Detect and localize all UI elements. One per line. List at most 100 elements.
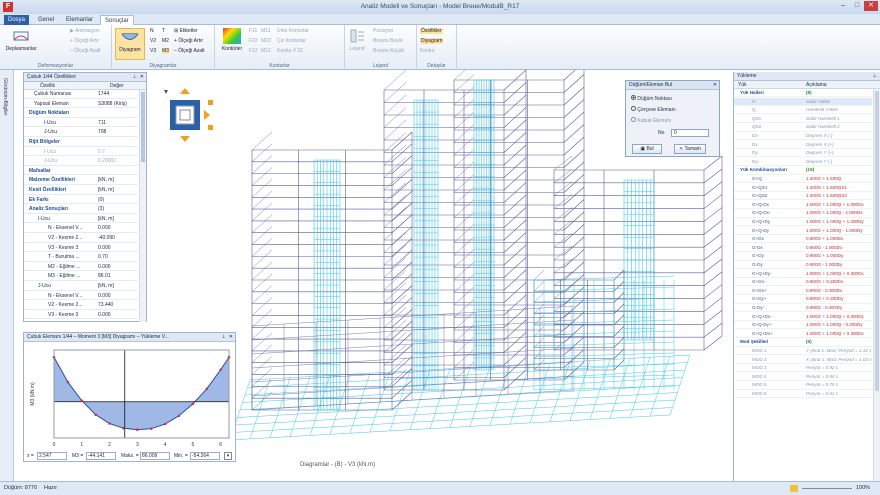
load-row[interactable]: G+QS2 1.400G + 1.600QS2: [734, 192, 872, 201]
tab-file[interactable]: Dosya: [4, 15, 30, 25]
load-row[interactable]: G+Q-Dx 1.000G + 1.000Q + 1.000Dx: [734, 201, 872, 209]
diag-v2-button[interactable]: V2: [150, 38, 156, 44]
m22-button[interactable]: M22: [261, 38, 271, 44]
legend-grow-button[interactable]: Boyutu Büyüt: [373, 38, 403, 44]
animate-button[interactable]: ▶ Animasyon: [70, 28, 100, 34]
contour-toggle[interactable]: Kontur: [420, 48, 435, 54]
load-row[interactable]: G-Dx 0.900G - 1.000Dx: [734, 244, 872, 252]
diagram-button[interactable]: Diyagram: [115, 28, 145, 60]
radio-shell[interactable]: Kabuk Elemanı: [631, 117, 671, 124]
property-row[interactable]: Düğüm Noktaları: [24, 109, 138, 118]
diag-n-button[interactable]: N: [150, 28, 154, 34]
graph-options-icon[interactable]: ▾: [224, 452, 232, 460]
panel-close-icon[interactable]: ✕: [229, 333, 233, 342]
scroll-thumb[interactable]: [141, 92, 145, 162]
diag-m3-button[interactable]: M3: [162, 48, 169, 54]
property-row[interactable]: Rijit Bölgeler: [24, 138, 138, 147]
property-row[interactable]: M3 - Eğilme ... 86.01: [24, 272, 138, 281]
m11-button[interactable]: M11: [261, 28, 270, 34]
diag-scale-down-button[interactable]: – Ölçeği Azalt: [174, 48, 205, 54]
load-row[interactable]: G+Q+Dy 1.000G + 1.000Q + 1.000Dy: [734, 218, 872, 227]
load-row[interactable]: Dx- Deprem X (-): [734, 132, 872, 141]
load-row[interactable]: QS1 Sabit Hareketli 1: [734, 115, 872, 123]
zoom-slider[interactable]: [802, 488, 852, 489]
f12-button[interactable]: F12: [249, 48, 258, 54]
ok-button[interactable]: ✕ Tamam: [674, 144, 706, 154]
load-row[interactable]: G+Q-Dx- 1.000G + 1.000Q - 1.000Dx: [734, 209, 872, 218]
property-row[interactable]: M2 - Eğilme ... 0.000: [24, 263, 138, 272]
property-row[interactable]: J-Ucu 708: [24, 128, 138, 137]
property-row[interactable]: Analiz Sonuçları (3): [24, 205, 138, 214]
property-row[interactable]: V2 - Kesme 2... 73.440: [24, 301, 138, 310]
property-row[interactable]: V2 - Kesme 2... -40.090: [24, 234, 138, 243]
tab-general[interactable]: Genel: [34, 15, 58, 25]
contours-button[interactable]: Kontürler: [218, 28, 246, 52]
load-group-row[interactable]: Yük Kombinasyonları (19): [734, 166, 872, 175]
tab-results[interactable]: Sonuçlar: [100, 15, 134, 25]
loads-scroll-thumb[interactable]: [875, 91, 879, 391]
dialog-close-icon[interactable]: ✕: [713, 81, 717, 90]
property-row[interactable]: J-Ucu [kN, m]: [24, 282, 138, 291]
property-row[interactable]: Mafsallar: [24, 167, 138, 176]
minimize-icon[interactable]: –: [836, 1, 850, 11]
property-row[interactable]: J-Ucu 0.20002: [24, 157, 138, 166]
pin-icon[interactable]: ⊥: [222, 333, 226, 342]
f11-button[interactable]: F11: [249, 28, 257, 34]
f22-button[interactable]: F22: [249, 38, 258, 44]
load-row[interactable]: G+Dx 0.900G + 1.000Dx: [734, 235, 872, 244]
property-row[interactable]: N - Eksenel V... 0.000: [24, 292, 138, 301]
scale-up-button[interactable]: + Ölçeği Artır: [70, 38, 99, 44]
load-row[interactable]: QS2 Sabit Hareketli 2: [734, 123, 872, 132]
load-row[interactable]: G+Dx+ 0.900G - 0.300Dx: [734, 287, 872, 295]
legend-button[interactable]: Lejand: [347, 28, 367, 52]
close-icon[interactable]: ✕: [864, 1, 878, 11]
loads-scrollbar[interactable]: [873, 89, 880, 481]
load-row[interactable]: Dy- Deprem Y (-): [734, 158, 872, 166]
legend-position-button[interactable]: Pozisyon: [373, 28, 393, 34]
properties-toggle[interactable]: Özellikler: [420, 28, 443, 34]
load-row[interactable]: G+Q+Dx+ 1.000G + 1.000Q + 0.300Dx: [734, 330, 872, 338]
load-row[interactable]: G+Q 1.400G + 1.600Q: [734, 175, 872, 184]
property-row[interactable]: I-Ucu 0.7: [24, 148, 138, 157]
load-row[interactable]: MOD 1 Y yönü 1. Mod, Periyod = 1.12 s: [734, 347, 872, 356]
displacements-button[interactable]: Deplasmanlar: [3, 28, 39, 52]
load-row[interactable]: G+QS1 1.400G + 1.600QS1: [734, 184, 872, 192]
moment-chart[interactable]: 0 1 2 3 4 5 6 M3 (kN.m): [24, 342, 235, 450]
load-row[interactable]: G-Dy- 0.900G - 0.300Dy: [734, 304, 872, 313]
diag-scale-up-button[interactable]: + Ölçeği Artır: [174, 38, 203, 44]
pin-icon[interactable]: ⊥: [873, 72, 877, 81]
diag-t-button[interactable]: T: [162, 28, 165, 34]
load-row[interactable]: G Sabit Yükler: [734, 97, 872, 106]
property-row[interactable]: Kesit Özellikleri [kN, m]: [24, 186, 138, 195]
load-row[interactable]: MOD 2 X yönü 1. Mod, Periyod = 1.03 s: [734, 356, 872, 364]
scale-down-button[interactable]: – Ölçeği Azalt: [70, 48, 101, 54]
property-row[interactable]: Ek Farkı (0): [24, 196, 138, 205]
load-row[interactable]: Q Hareketli Yükler: [734, 106, 872, 115]
property-row[interactable]: Çubuk Numarası 1744: [24, 90, 138, 99]
load-row[interactable]: G+Q-Dy 1.000G + 1.000Q - 1.000Dy: [734, 227, 872, 235]
panel-close-icon[interactable]: ✕: [140, 73, 144, 82]
load-row[interactable]: MOD 4 Periyot = 0.84 s: [734, 373, 872, 381]
property-row[interactable]: I-Ucu [kN, m]: [24, 215, 138, 224]
load-group-row[interactable]: Yük Halleri (8): [734, 89, 872, 98]
stress-contours-button[interactable]: Ünlü Konturlar: [277, 28, 309, 34]
load-row[interactable]: G+Dx- 0.900G + 0.300Dx: [734, 278, 872, 287]
draw-contours-button[interactable]: Çiz Konturlar: [277, 38, 306, 44]
property-row[interactable]: T - Burulma ... 0.70: [24, 253, 138, 262]
pin-icon[interactable]: ⊥: [133, 73, 137, 82]
diag-m2-button[interactable]: M2: [162, 38, 169, 44]
load-row[interactable]: G+Dy+ 0.900G + 0.300Dy: [734, 295, 872, 304]
diag-v3-button[interactable]: V3: [150, 48, 156, 54]
tab-elements[interactable]: Elemanlar: [62, 15, 97, 25]
load-row[interactable]: G+Q+Dx- 1.000G + 1.000Q + 0.300Dy: [734, 313, 872, 321]
view-info-tab[interactable]: Görünüm-Bilgiler: [2, 78, 8, 116]
radio-frame[interactable]: Çerçeve Elemanı: [631, 106, 676, 113]
m12-button[interactable]: M12: [261, 48, 271, 54]
contour-count-field[interactable]: Kontur # 32: [277, 48, 303, 54]
view-cube[interactable]: [162, 86, 228, 152]
labels-button[interactable]: ⊞ Etiketler: [174, 28, 198, 34]
load-group-row[interactable]: Mod Şekilleri (6): [734, 338, 872, 347]
property-row[interactable]: V3 - Kesme 3 0.000: [24, 244, 138, 253]
view-mode-icon[interactable]: [790, 485, 798, 492]
property-row[interactable]: Yapısal Eleman S3088 (Kiriş): [24, 100, 138, 109]
